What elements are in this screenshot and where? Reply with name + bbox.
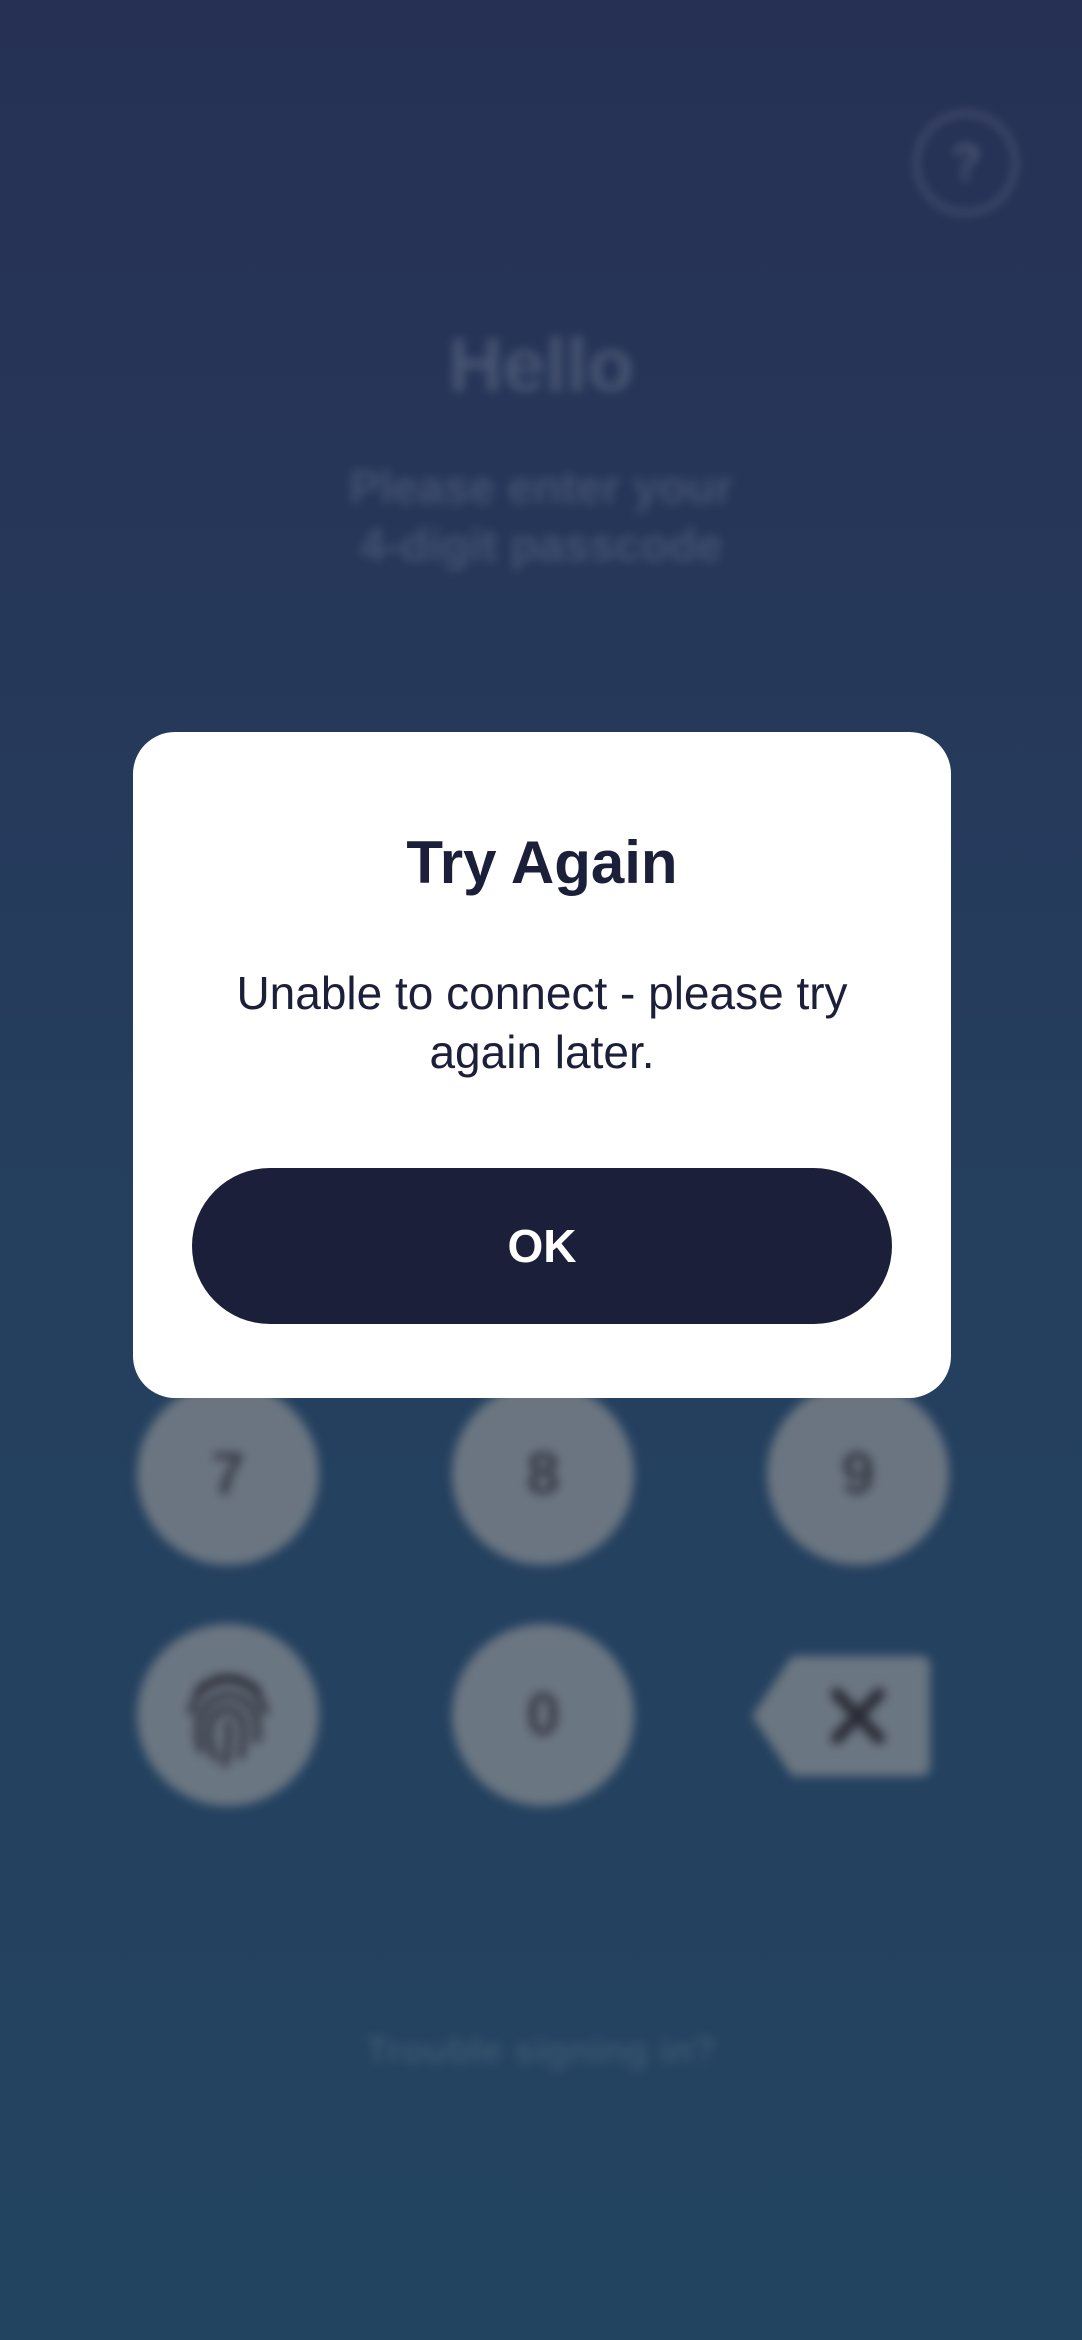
prompt-line-1: Please enter your xyxy=(349,461,733,513)
dialog-message: Unable to connect - please try again lat… xyxy=(236,967,848,1078)
passcode-screen: ? Hello Please enter your 4-digit passco… xyxy=(0,0,1082,2340)
passcode-prompt: Please enter your 4-digit passcode xyxy=(0,458,1082,574)
help-button[interactable]: ? xyxy=(914,111,1018,215)
keypad-key-0[interactable]: 0 xyxy=(452,1624,634,1806)
question-mark-icon: ? xyxy=(950,134,982,192)
trouble-signing-in-link[interactable]: Trouble signing in? xyxy=(0,2030,1082,2073)
fingerprint-button[interactable] xyxy=(137,1624,319,1806)
prompt-line-2: 4-digit passcode xyxy=(359,519,723,571)
ok-button[interactable]: OK xyxy=(192,1168,892,1324)
backspace-icon xyxy=(752,1656,930,1776)
keypad-key-7[interactable]: 7 xyxy=(137,1383,319,1565)
dialog-title: Try Again xyxy=(406,829,678,896)
keypad-key-9[interactable]: 9 xyxy=(767,1383,949,1565)
error-dialog: Try Again Unable to connect - please try… xyxy=(133,732,951,1398)
fingerprint-icon xyxy=(187,1674,269,1768)
backspace-button[interactable] xyxy=(752,1656,930,1776)
keypad-key-8[interactable]: 8 xyxy=(452,1383,634,1565)
greeting-title: Hello xyxy=(448,323,634,408)
